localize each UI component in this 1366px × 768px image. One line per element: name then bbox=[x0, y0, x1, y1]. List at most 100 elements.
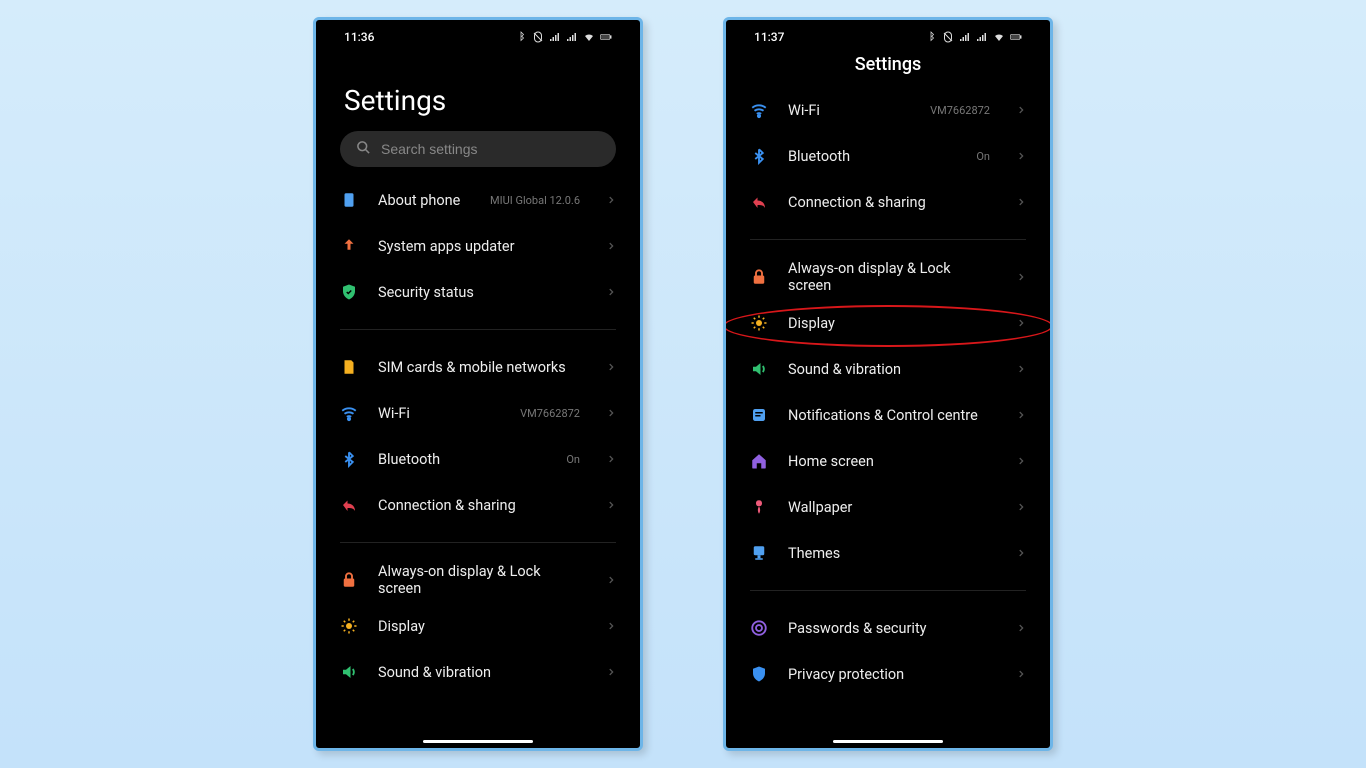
sound-icon bbox=[340, 663, 358, 681]
about-icon bbox=[340, 191, 358, 209]
page-title: Settings bbox=[726, 48, 1050, 87]
wifi-icon bbox=[340, 404, 358, 422]
chevron-right-icon bbox=[1016, 364, 1026, 374]
sound-icon bbox=[750, 360, 768, 378]
row-value: VM7662872 bbox=[930, 104, 990, 117]
separator bbox=[750, 590, 1026, 591]
row-label: Privacy protection bbox=[788, 666, 996, 683]
row-label: Home screen bbox=[788, 453, 996, 470]
row-value: MIUI Global 12.0.6 bbox=[490, 194, 580, 207]
phone-right: 11:37 Settings Wi-Fi VM7662872 Bluetooth On… bbox=[723, 17, 1053, 751]
search-box[interactable] bbox=[340, 131, 616, 167]
status-bar: 11:37 bbox=[726, 20, 1050, 48]
chevron-right-icon bbox=[1016, 410, 1026, 420]
updater-icon bbox=[340, 237, 358, 255]
signal-icon bbox=[549, 31, 561, 43]
signal-icon bbox=[959, 31, 971, 43]
battery-icon bbox=[1010, 31, 1022, 43]
settings-row-sim[interactable]: SIM cards & mobile networks bbox=[316, 344, 640, 390]
row-label: Connection & sharing bbox=[378, 497, 586, 514]
settings-row-lock[interactable]: Always-on display & Lock screen bbox=[316, 557, 640, 603]
row-label: Always-on display & Lock screen bbox=[378, 563, 586, 597]
settings-row-bluetooth[interactable]: BluetoothOn bbox=[316, 436, 640, 482]
settings-row-home[interactable]: Home screen bbox=[726, 438, 1050, 484]
chevron-right-icon bbox=[606, 362, 616, 372]
chevron-right-icon bbox=[606, 454, 616, 464]
bluetooth-icon bbox=[750, 147, 768, 165]
bluetooth-status-icon bbox=[515, 31, 527, 43]
row-label: Wi-Fi bbox=[378, 405, 500, 422]
status-icons bbox=[515, 31, 612, 43]
settings-row-wifi[interactable]: Wi-Fi VM7662872 bbox=[726, 87, 1050, 133]
settings-row-wallpaper[interactable]: Wallpaper bbox=[726, 484, 1050, 530]
chevron-right-icon bbox=[1016, 105, 1026, 115]
display-icon bbox=[340, 617, 358, 635]
settings-row-lock[interactable]: Always-on display & Lock screen bbox=[726, 254, 1050, 300]
row-label: Display bbox=[788, 315, 996, 332]
search-input[interactable] bbox=[381, 141, 600, 157]
settings-row-sound[interactable]: Sound & vibration bbox=[316, 649, 640, 695]
row-label: Notifications & Control centre bbox=[788, 407, 996, 424]
lock-icon bbox=[340, 571, 358, 589]
settings-row-sound[interactable]: Sound & vibration bbox=[726, 346, 1050, 392]
bluetooth-icon bbox=[340, 450, 358, 468]
chevron-right-icon bbox=[606, 195, 616, 205]
status-icons bbox=[925, 31, 1022, 43]
separator bbox=[340, 329, 616, 330]
privacy-icon bbox=[750, 665, 768, 683]
chevron-right-icon bbox=[606, 287, 616, 297]
settings-row-display[interactable]: Display bbox=[726, 300, 1050, 346]
display-icon bbox=[750, 314, 768, 332]
settings-row-privacy[interactable]: Privacy protection bbox=[726, 651, 1050, 697]
settings-list-left: About phone MIUI Global 12.0.6 System apps… bbox=[316, 177, 640, 695]
row-label: Wi-Fi bbox=[788, 102, 910, 119]
wallpaper-icon bbox=[750, 498, 768, 516]
chevron-right-icon bbox=[606, 408, 616, 418]
row-label: Bluetooth bbox=[788, 148, 956, 165]
status-bar: 11:36 bbox=[316, 20, 640, 48]
settings-row-passwords[interactable]: Passwords & security bbox=[726, 605, 1050, 651]
settings-row-notif[interactable]: Notifications & Control centre bbox=[726, 392, 1050, 438]
row-label: SIM cards & mobile networks bbox=[378, 359, 586, 376]
chevron-right-icon bbox=[606, 575, 616, 585]
passwords-icon bbox=[750, 619, 768, 637]
chevron-right-icon bbox=[1016, 548, 1026, 558]
chevron-right-icon bbox=[1016, 197, 1026, 207]
row-label: About phone bbox=[378, 192, 470, 209]
phone-left: 11:36 Settings About phone MIUI Global 12… bbox=[313, 17, 643, 751]
row-label: Passwords & security bbox=[788, 620, 996, 637]
row-value: On bbox=[976, 150, 990, 163]
nav-handle[interactable] bbox=[833, 740, 943, 743]
dnd-icon bbox=[532, 31, 544, 43]
separator bbox=[750, 239, 1026, 240]
settings-row-share[interactable]: Connection & sharing bbox=[726, 179, 1050, 225]
dnd-icon bbox=[942, 31, 954, 43]
settings-row-display[interactable]: Display bbox=[316, 603, 640, 649]
settings-row-bluetooth[interactable]: Bluetooth On bbox=[726, 133, 1050, 179]
settings-row-security[interactable]: Security status bbox=[316, 269, 640, 315]
row-label: Sound & vibration bbox=[788, 361, 996, 378]
nav-handle[interactable] bbox=[423, 740, 533, 743]
settings-row-wifi[interactable]: Wi-Fi VM7662872 bbox=[316, 390, 640, 436]
settings-row-themes[interactable]: Themes bbox=[726, 530, 1050, 576]
share-icon bbox=[750, 193, 768, 211]
row-label: Bluetooth bbox=[378, 451, 546, 468]
lock-icon bbox=[750, 268, 768, 286]
settings-list-right: Wi-Fi VM7662872 Bluetooth On Connection & sh… bbox=[726, 87, 1050, 697]
row-label: Display bbox=[378, 618, 586, 635]
chevron-right-icon bbox=[606, 500, 616, 510]
chevron-right-icon bbox=[606, 667, 616, 677]
sim-icon bbox=[340, 358, 358, 376]
settings-row-about[interactable]: About phone MIUI Global 12.0.6 bbox=[316, 177, 640, 223]
themes-icon bbox=[750, 544, 768, 562]
signal-icon bbox=[976, 31, 988, 43]
page-title: Settings bbox=[316, 48, 640, 131]
row-label: Wallpaper bbox=[788, 499, 996, 516]
notif-icon bbox=[750, 406, 768, 424]
signal-icon bbox=[566, 31, 578, 43]
row-value: VM7662872 bbox=[520, 407, 580, 420]
settings-row-share[interactable]: Connection & sharing bbox=[316, 482, 640, 528]
bluetooth-status-icon bbox=[925, 31, 937, 43]
settings-row-updater[interactable]: System apps updater bbox=[316, 223, 640, 269]
chevron-right-icon bbox=[606, 241, 616, 251]
